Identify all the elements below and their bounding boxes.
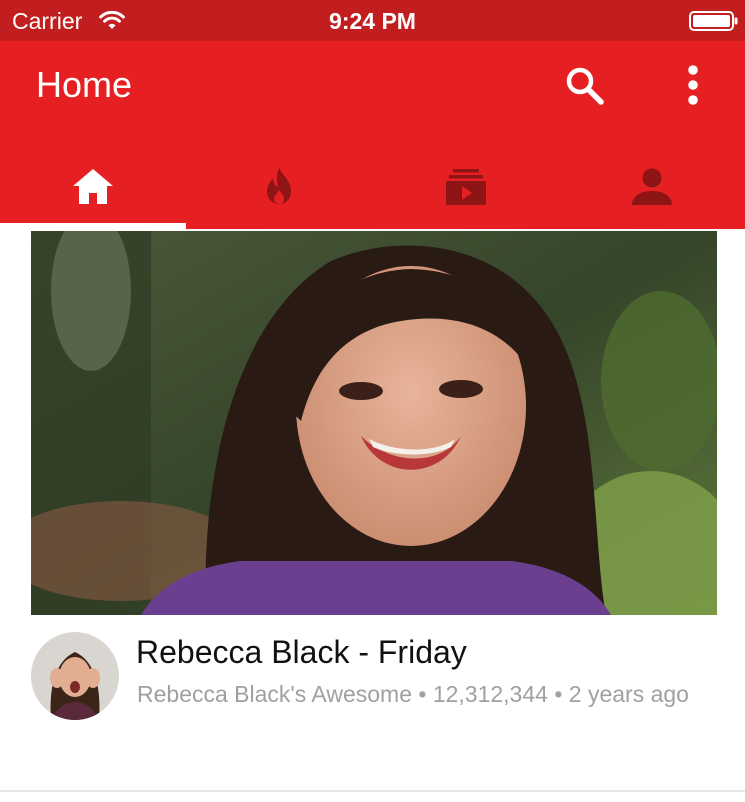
more-vertical-icon [688,65,698,105]
status-bar: Carrier 9:24 PM [0,0,745,41]
tab-home[interactable] [0,151,187,229]
channel-avatar[interactable] [31,632,119,720]
tab-account[interactable] [559,151,745,229]
video-meta: Rebecca Black's Awesome • 12,312,344 • 2… [137,681,689,707]
video-thumbnail-image [31,231,717,615]
video-thumbnail[interactable] [31,231,717,615]
home-icon [73,169,114,204]
status-time: 9:24 PM [329,8,416,34]
subscriptions-icon [445,169,486,205]
tab-subscriptions[interactable] [373,151,559,229]
app-header: Home [0,41,745,229]
search-icon [566,67,604,105]
active-tab-indicator [0,223,187,229]
video-title[interactable]: Rebecca Black - Friday [136,633,467,671]
battery-icon [689,11,738,31]
search-button[interactable] [562,63,608,109]
divider [0,790,745,792]
account-icon [631,168,672,205]
tab-trending[interactable] [186,151,372,229]
more-options-button[interactable] [676,63,710,109]
avatar-image [31,632,119,720]
page-title: Home [36,64,133,105]
tab-bar [0,151,745,229]
trending-fire-icon [267,168,292,204]
